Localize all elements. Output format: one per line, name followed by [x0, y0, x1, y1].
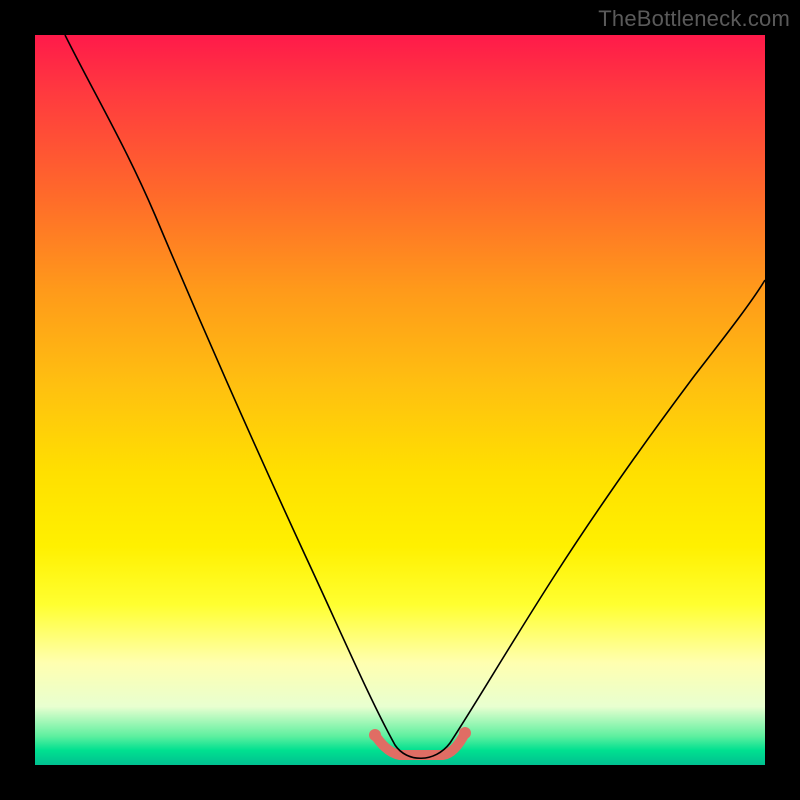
- plot-area: [35, 35, 765, 765]
- chart-frame: TheBottleneck.com: [0, 0, 800, 800]
- bottleneck-curve: [65, 35, 765, 758]
- trough-dot-left: [369, 729, 381, 741]
- watermark-text: TheBottleneck.com: [598, 6, 790, 32]
- trough-highlight: [375, 733, 465, 755]
- trough-dot-right: [459, 727, 471, 739]
- curve-overlay: [35, 35, 765, 765]
